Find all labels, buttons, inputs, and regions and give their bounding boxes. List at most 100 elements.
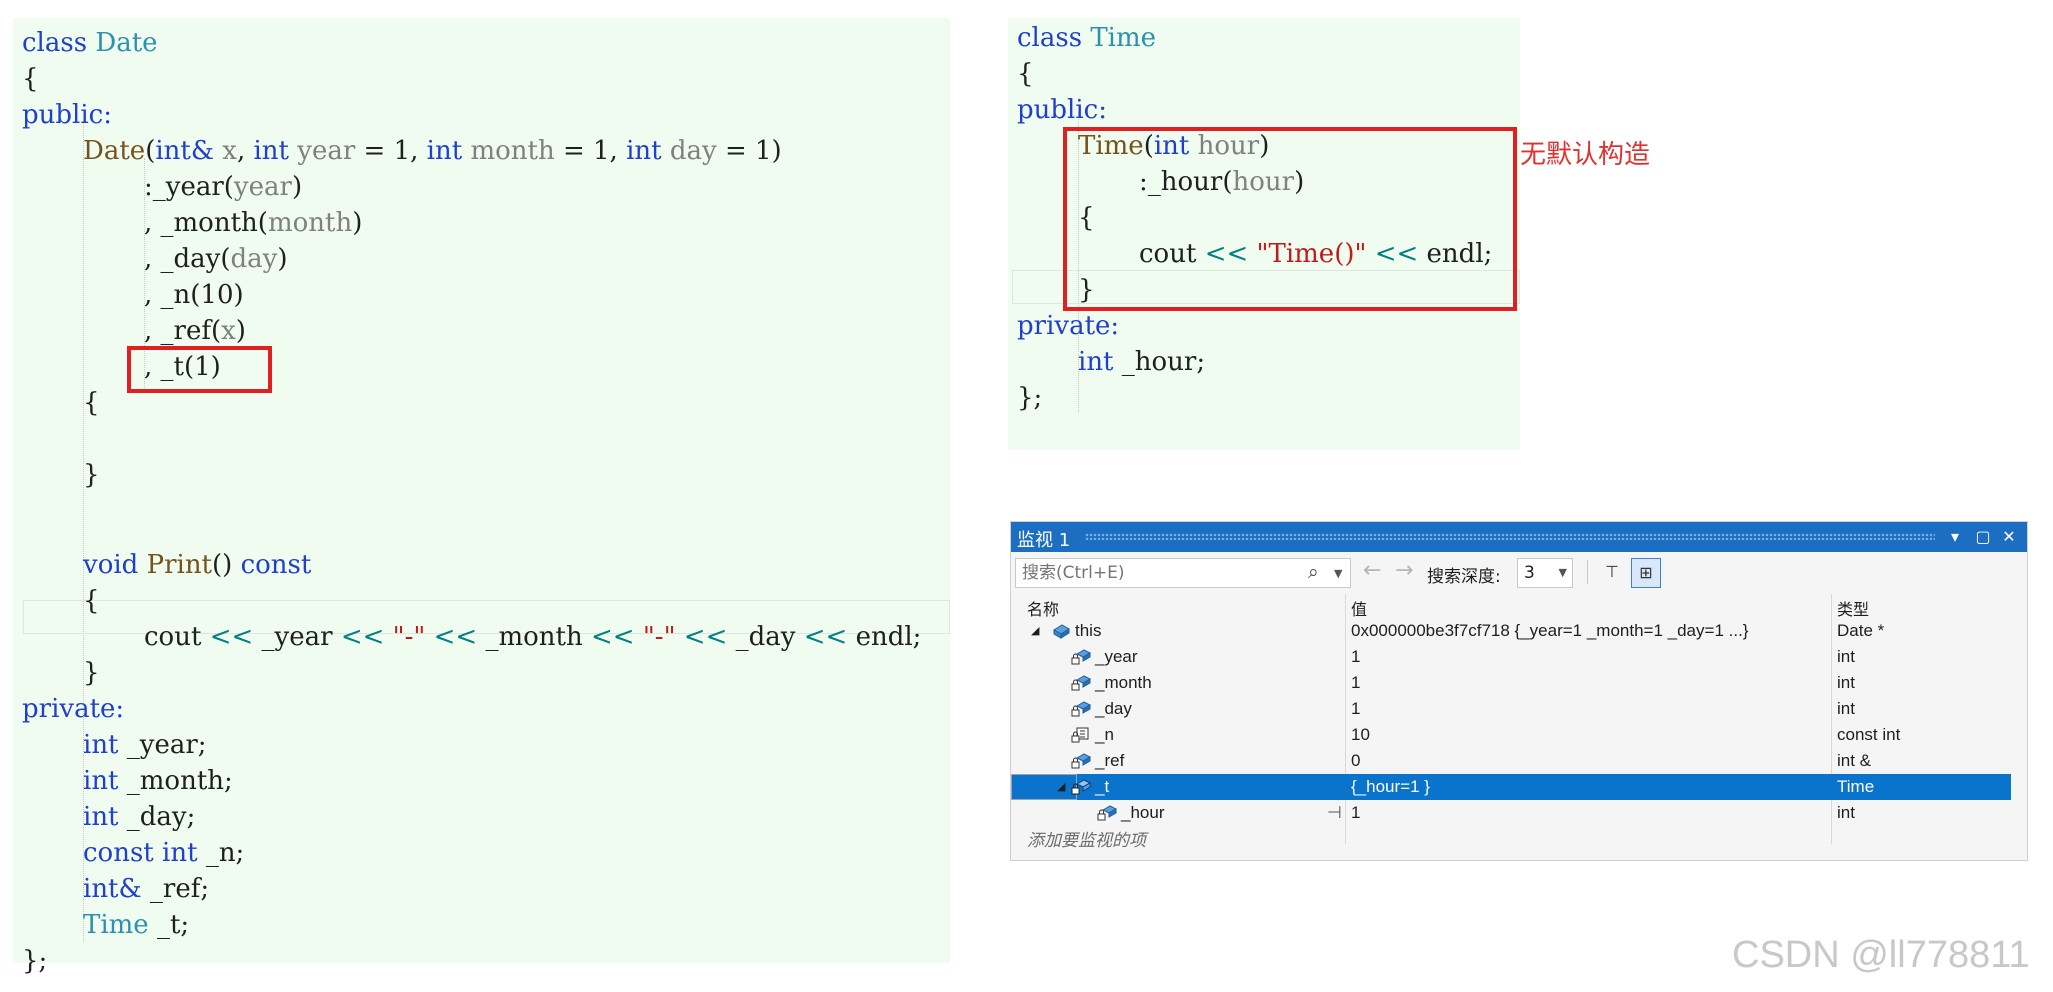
code-line: cout << _year << "-" << _month << "-" <<… bbox=[144, 622, 922, 652]
code-line: { bbox=[83, 388, 100, 418]
code-line: { bbox=[22, 64, 39, 94]
search-options-chevron-icon[interactable]: ▼ bbox=[1334, 567, 1342, 580]
row-name: _n bbox=[1095, 725, 1114, 744]
code-line: }; bbox=[1017, 383, 1043, 413]
titlebar-grip bbox=[1085, 533, 1935, 540]
code-line: class Date bbox=[22, 28, 158, 58]
code-line: private: bbox=[22, 694, 125, 724]
table-row[interactable]: _ref 0 int & bbox=[1011, 748, 2011, 774]
highlight-box-init-t bbox=[127, 346, 272, 393]
code-line: { bbox=[1017, 59, 1034, 89]
code-line: Date(int& x, int year = 1, int month = 1… bbox=[83, 136, 782, 166]
row-value: 10 bbox=[1351, 725, 1370, 744]
row-type: int bbox=[1837, 699, 1855, 718]
annotation-no-default-ctor: 无默认构造 bbox=[1520, 140, 1651, 170]
chevron-down-icon: ▼ bbox=[1558, 566, 1567, 579]
row-name: _day bbox=[1095, 699, 1132, 718]
row-value: {_hour=1 } bbox=[1351, 777, 1430, 796]
row-type: int bbox=[1837, 673, 1855, 692]
table-row[interactable]: _month 1 int bbox=[1011, 670, 2011, 696]
row-value: 1 bbox=[1351, 803, 1361, 822]
back-arrow-icon[interactable]: ← bbox=[1363, 558, 1381, 583]
code-line: class Time bbox=[1017, 23, 1157, 53]
code-line: Time _t; bbox=[83, 910, 190, 940]
expander-icon[interactable]: ◢ bbox=[1057, 774, 1065, 800]
search-depth-select[interactable]: 3 ▼ bbox=[1517, 558, 1573, 588]
table-row[interactable]: _hour ⊣ 1 int bbox=[1011, 800, 2011, 826]
dropdown-icon[interactable]: ▾ bbox=[1943, 524, 1967, 550]
forward-arrow-icon[interactable]: → bbox=[1395, 558, 1413, 583]
table-row[interactable]: ◢ this 0x000000be3f7cf718 {_year=1 _mont… bbox=[1011, 618, 2011, 644]
row-value: 0x000000be3f7cf718 {_year=1 _month=1 _da… bbox=[1351, 621, 1749, 640]
search-depth-value: 3 bbox=[1524, 563, 1535, 583]
watch-toolbar: ⌕ ▼ ← → 搜索深度: 3▼ ⊤ ⊞ bbox=[1011, 552, 2027, 592]
table-row-selected[interactable]: ◢ _t {_hour=1 } Time bbox=[1011, 774, 2011, 800]
private-field-icon bbox=[1071, 753, 1091, 769]
code-line: int& _ref; bbox=[83, 874, 210, 904]
row-focus-outline bbox=[1011, 774, 1077, 800]
object-icon bbox=[1053, 624, 1070, 639]
private-field-icon bbox=[1071, 675, 1091, 691]
row-name: _year bbox=[1095, 647, 1138, 666]
watermark: CSDN @ll778811 bbox=[1732, 934, 2030, 976]
row-type: const int bbox=[1837, 725, 1901, 744]
row-name: this bbox=[1075, 621, 1102, 640]
pin-to-source-icon[interactable]: ⊣ bbox=[1327, 800, 1342, 826]
watch-titlebar[interactable]: 监视 1 ▾ ▢ ✕ bbox=[1011, 522, 2027, 552]
code-line: { bbox=[83, 586, 100, 616]
code-line: public: bbox=[1017, 95, 1107, 125]
private-field-icon bbox=[1071, 649, 1091, 665]
column-header-value[interactable]: 值 bbox=[1351, 596, 1367, 620]
row-name: _ref bbox=[1095, 751, 1125, 770]
row-type: int & bbox=[1837, 751, 1872, 770]
code-line: } bbox=[83, 460, 100, 490]
code-line: public: bbox=[22, 100, 112, 130]
private-field-icon bbox=[1071, 701, 1091, 717]
code-line: } bbox=[83, 658, 100, 688]
search-depth-label: 搜索深度: bbox=[1427, 567, 1501, 587]
row-name: _t bbox=[1095, 777, 1110, 796]
add-watch-item[interactable]: 添加要监视的项 bbox=[1027, 826, 1146, 851]
code-line: void Print() const bbox=[83, 550, 312, 580]
row-value: 0 bbox=[1351, 751, 1361, 770]
row-name: _hour bbox=[1121, 803, 1165, 822]
watch-title: 监视 1 bbox=[1017, 530, 1071, 551]
expander-icon[interactable]: ◢ bbox=[1031, 618, 1039, 644]
search-input[interactable] bbox=[1016, 559, 1286, 587]
row-value: 1 bbox=[1351, 673, 1361, 692]
pin-icon[interactable]: ⊤ bbox=[1597, 558, 1627, 588]
code-line: , _ref(x) bbox=[144, 316, 246, 346]
code-line: int _hour; bbox=[1078, 347, 1206, 377]
code-line: , _day(day) bbox=[144, 244, 288, 274]
search-box[interactable]: ⌕ ▼ bbox=[1015, 558, 1351, 588]
private-field-icon bbox=[1071, 779, 1091, 795]
search-icon[interactable]: ⌕ bbox=[1308, 561, 1319, 583]
row-type: Time bbox=[1837, 777, 1875, 796]
code-line: , _n(10) bbox=[144, 280, 244, 310]
table-row[interactable]: _year 1 int bbox=[1011, 644, 2011, 670]
code-line: , _month(month) bbox=[144, 208, 363, 238]
code-line: :_year(year) bbox=[144, 172, 303, 202]
watch-window: 监视 1 ▾ ▢ ✕ ⌕ ▼ ← → 搜索深度: 3▼ ⊤ ⊞ 名称 值 类型 … bbox=[1010, 521, 2028, 861]
date-class-code-panel: class Date { public: Date(int& x, int ye… bbox=[13, 18, 950, 976]
code-line: private: bbox=[1017, 311, 1120, 341]
code-line: const int _n; bbox=[83, 838, 245, 868]
maximize-icon[interactable]: ▢ bbox=[1971, 524, 1995, 550]
code-line: int _month; bbox=[83, 766, 233, 796]
row-value: 1 bbox=[1351, 699, 1361, 718]
code-line: int _day; bbox=[83, 802, 196, 832]
row-type: int bbox=[1837, 647, 1855, 666]
toolbar-separator bbox=[1587, 560, 1588, 584]
row-type: Date * bbox=[1837, 621, 1885, 640]
row-name: _month bbox=[1095, 673, 1152, 692]
private-constant-icon bbox=[1071, 727, 1089, 743]
table-row[interactable]: _n 10 const int bbox=[1011, 722, 2011, 748]
column-header-name[interactable]: 名称 bbox=[1027, 596, 1059, 620]
close-icon[interactable]: ✕ bbox=[1997, 524, 2021, 550]
highlight-box-time-ctor bbox=[1063, 127, 1517, 311]
row-type: int bbox=[1837, 803, 1855, 822]
table-row[interactable]: _day 1 int bbox=[1011, 696, 2011, 722]
column-header-type[interactable]: 类型 bbox=[1837, 596, 1869, 620]
view-hex-toggle-icon[interactable]: ⊞ bbox=[1631, 558, 1661, 588]
code-line: int _year; bbox=[83, 730, 207, 760]
